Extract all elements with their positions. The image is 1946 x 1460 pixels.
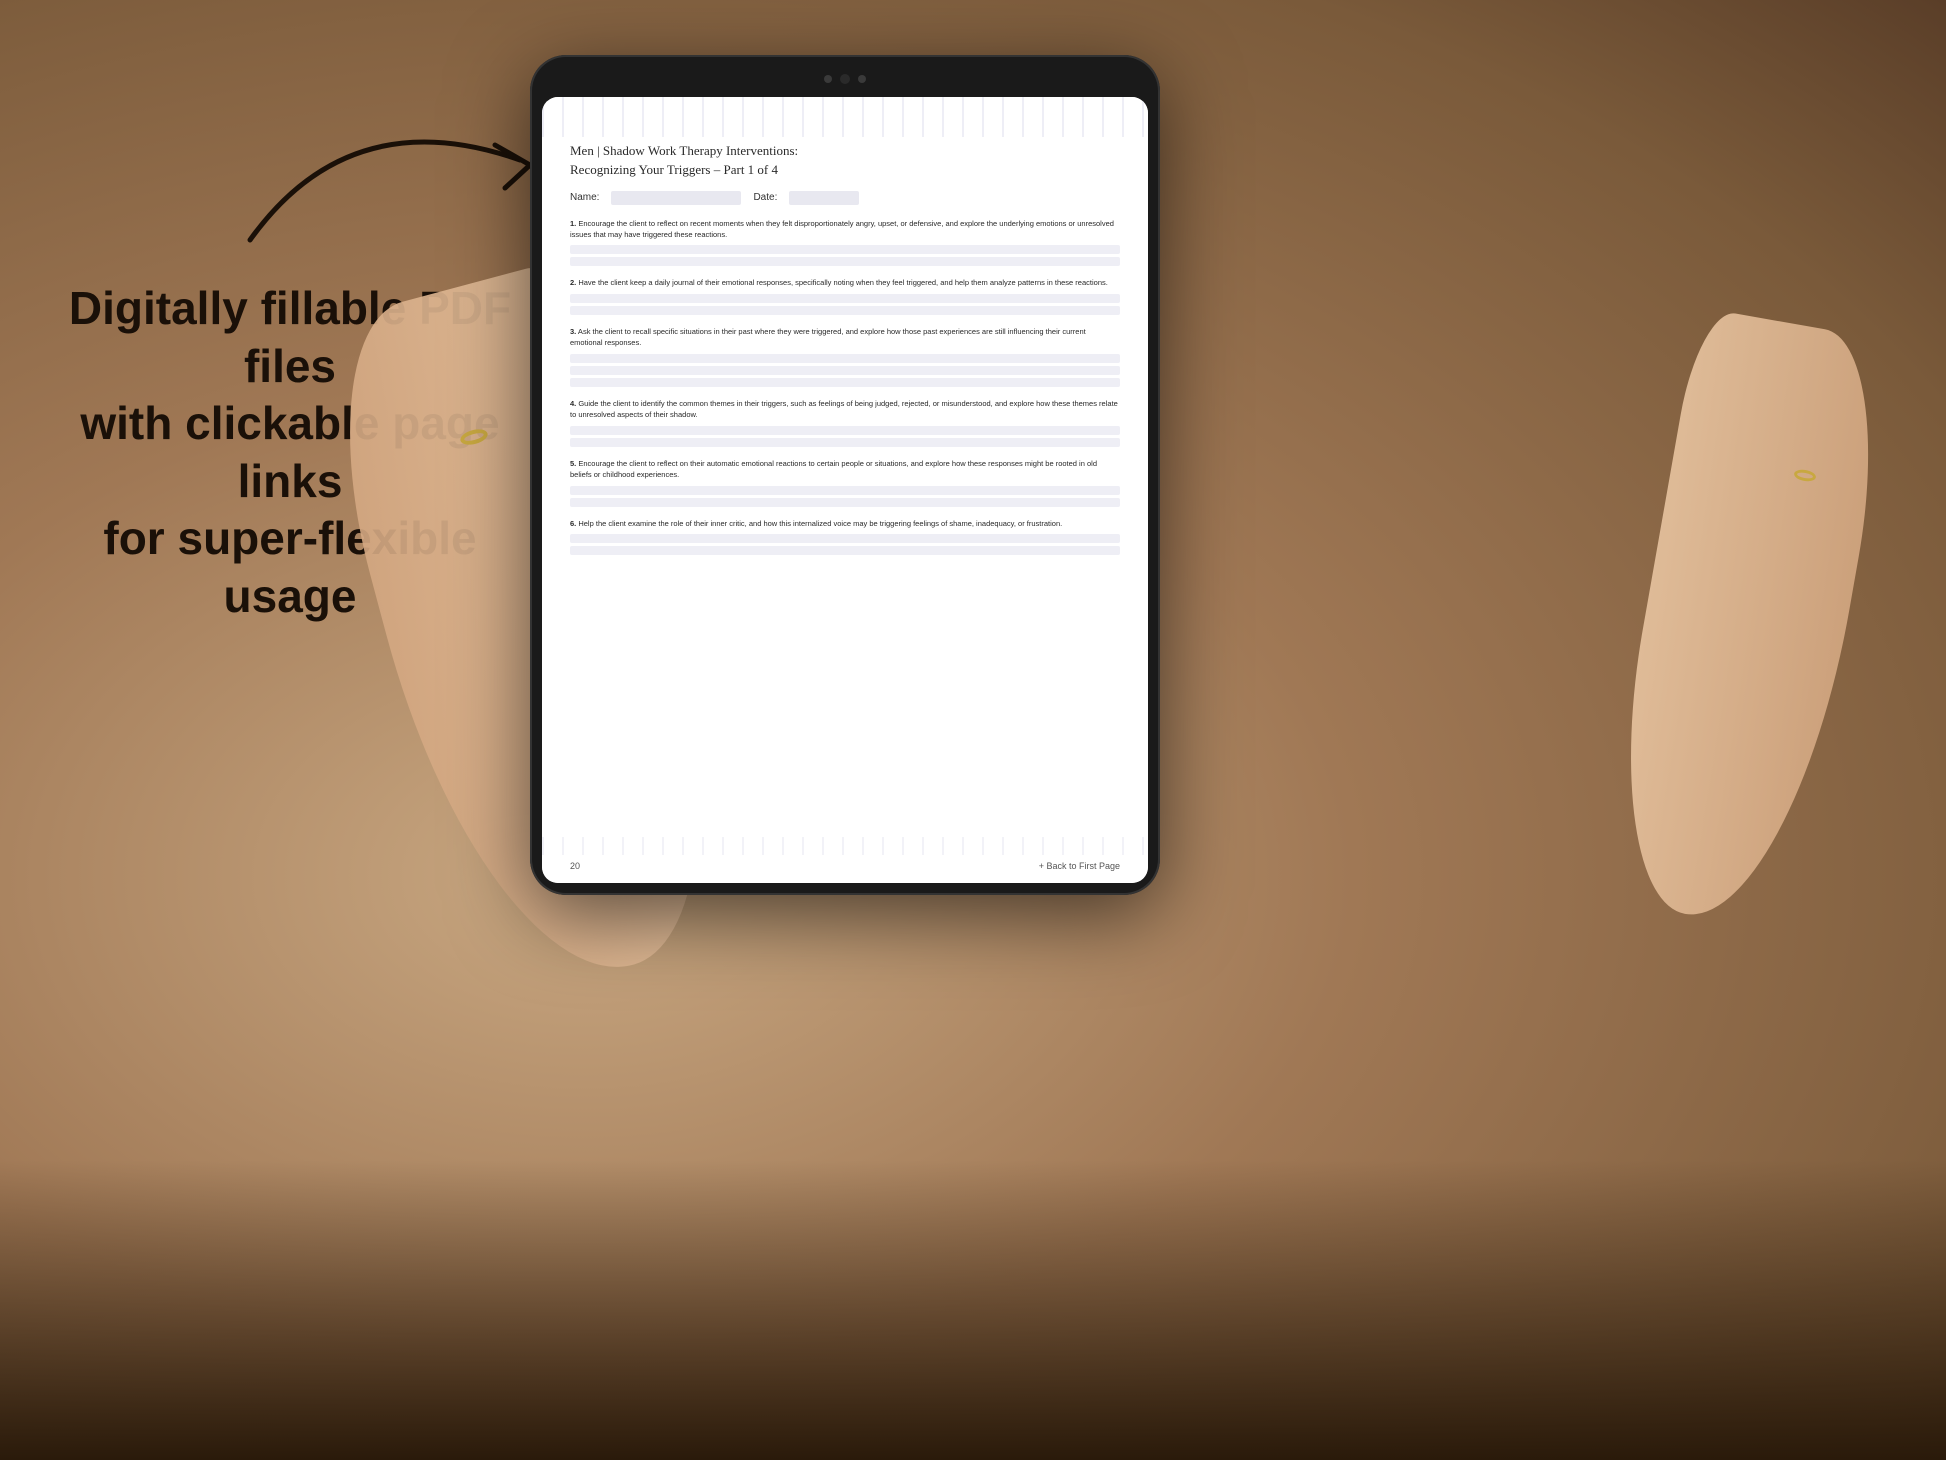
pdf-item-2-lines [570, 294, 1120, 315]
pdf-title: Men | Shadow Work Therapy Interventions: [570, 141, 1120, 161]
tablet-screen: Men | Shadow Work Therapy Interventions:… [542, 97, 1148, 883]
pdf-subtitle: Recognizing Your Triggers – Part 1 of 4 [570, 161, 1120, 179]
pdf-item-5-text: 5. Encourage the client to reflect on th… [570, 459, 1120, 481]
pdf-item-3-lines [570, 354, 1120, 387]
pdf-item-1: 1. Encourage the client to reflect on re… [570, 219, 1120, 267]
pdf-item-1-text: 1. Encourage the client to reflect on re… [570, 219, 1120, 241]
pdf-item-6-lines [570, 534, 1120, 555]
pdf-item-5-lines [570, 486, 1120, 507]
pdf-item-4-text: 4. Guide the client to identify the comm… [570, 399, 1120, 421]
pdf-item-3-text: 3. Ask the client to recall specific sit… [570, 327, 1120, 349]
pdf-header-pattern [542, 97, 1148, 137]
pdf-name-date-row: Name: Date: [570, 191, 1120, 205]
camera-dot-center [840, 74, 850, 84]
bg-overlay [0, 1160, 1946, 1460]
pdf-item-6-text: 6. Help the client examine the role of t… [570, 519, 1120, 530]
pdf-page-number: 20 [570, 861, 580, 871]
pdf-back-link[interactable]: + Back to First Page [1039, 861, 1120, 871]
pdf-title-section: Men | Shadow Work Therapy Interventions:… [570, 141, 1120, 179]
pdf-item-1-lines [570, 245, 1120, 266]
camera-dot-left [824, 75, 832, 83]
tablet-device: Men | Shadow Work Therapy Interventions:… [530, 55, 1160, 895]
pdf-footer: 20 + Back to First Page [570, 861, 1120, 871]
pdf-item-4: 4. Guide the client to identify the comm… [570, 399, 1120, 447]
pdf-page: Men | Shadow Work Therapy Interventions:… [542, 97, 1148, 883]
tablet-camera-bar [542, 69, 1148, 89]
date-label: Date: [753, 192, 777, 203]
camera-dot-right [858, 75, 866, 83]
pdf-item-3: 3. Ask the client to recall specific sit… [570, 327, 1120, 387]
pdf-item-2-text: 2. Have the client keep a daily journal … [570, 278, 1120, 289]
name-field[interactable] [611, 191, 741, 205]
pdf-item-2: 2. Have the client keep a daily journal … [570, 278, 1120, 315]
pdf-item-6: 6. Help the client examine the role of t… [570, 519, 1120, 556]
date-field[interactable] [789, 191, 859, 205]
pdf-footer-pattern [542, 837, 1148, 855]
pdf-item-5: 5. Encourage the client to reflect on th… [570, 459, 1120, 507]
pdf-item-4-lines [570, 426, 1120, 447]
name-label: Name: [570, 192, 599, 203]
